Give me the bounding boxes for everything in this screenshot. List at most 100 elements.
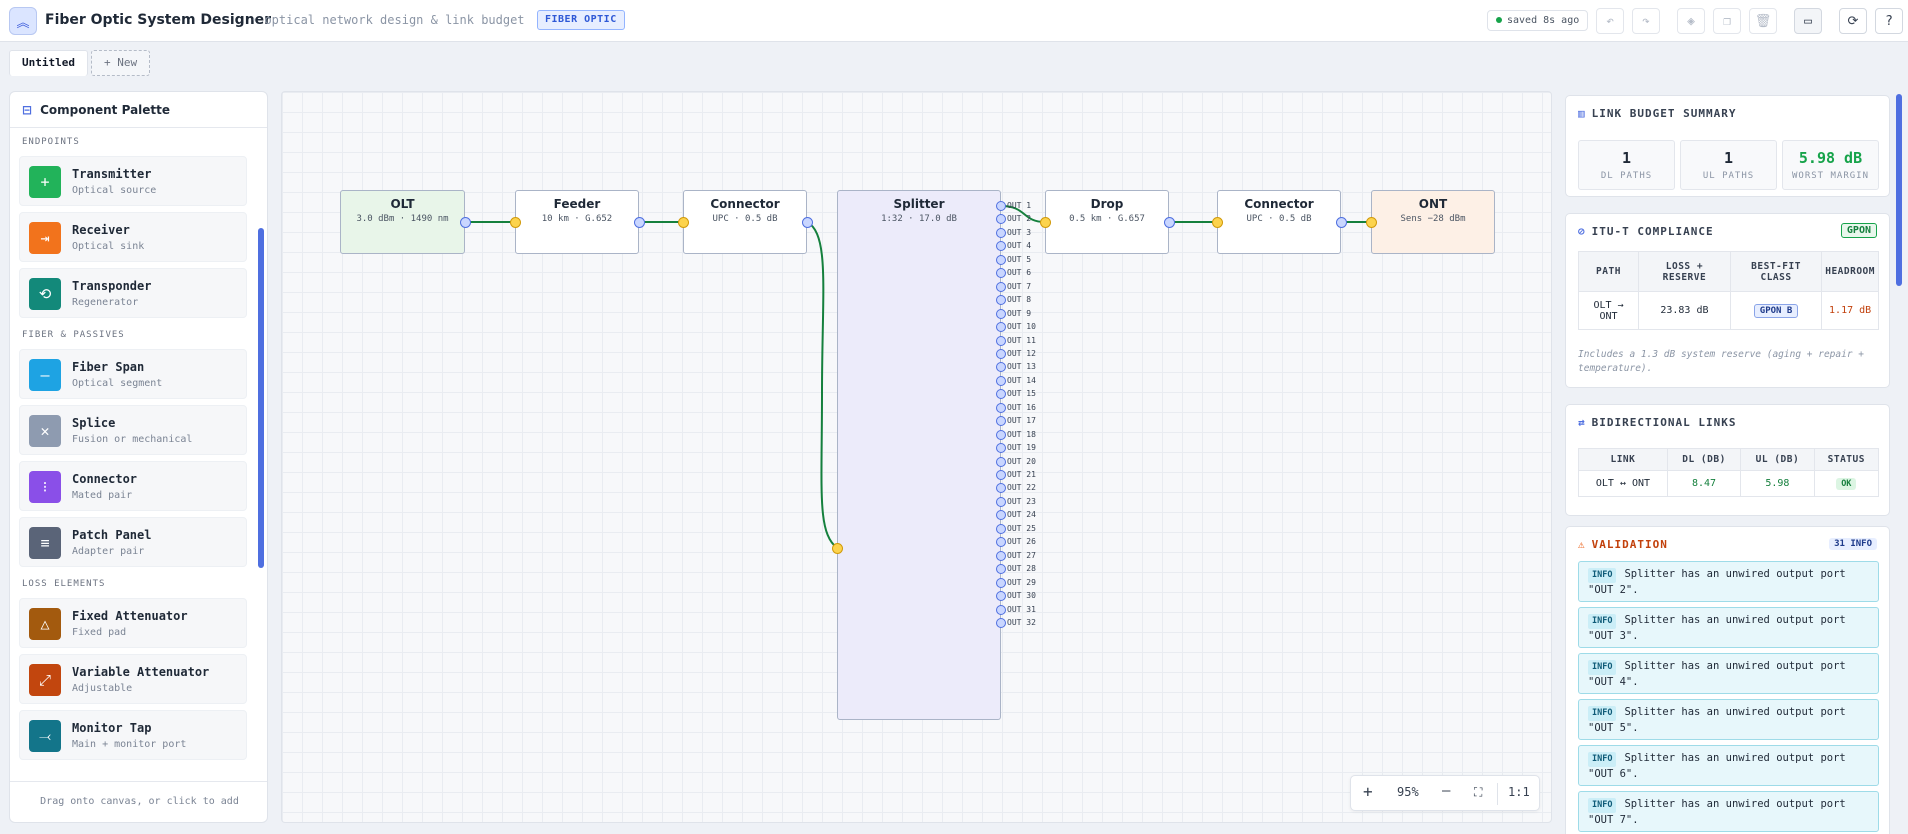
node-subtitle: 1:32 · 17.0 dB [881,214,957,224]
bidir-table: LINK DL (DB) UL (DB) STATUS OLT ↔ ONT 8.… [1578,448,1880,497]
input-port[interactable] [1212,217,1223,228]
input-port[interactable] [678,217,689,228]
info-tag: INFO [1588,706,1617,721]
wire-connector-splitter[interactable] [806,221,838,549]
reset-zoom-button[interactable]: 1:1 [1508,785,1530,799]
splitter-output-port[interactable] [996,402,1006,413]
new-tab-button[interactable]: + New [91,50,151,76]
splitter-output-port[interactable] [996,308,1006,319]
check-circle-icon: ⊘ [1578,225,1586,238]
zoom-out-button[interactable]: — [1442,783,1450,799]
validation-message[interactable]: INFO Splitter has an unwired output port … [1578,607,1879,648]
splitter-output-label: OUT 2 [1007,214,1032,224]
input-port[interactable] [510,217,521,228]
table-row[interactable]: OLT → ONT 23.83 dB GPON B 1.17 dB [1578,291,1879,330]
splitter-output-port[interactable] [996,604,1006,615]
component-palette: ⊟ Component Palette ENDPOINTS + Transmitter… [9,91,268,823]
component-name: Transmitter [72,167,152,181]
info-tag: INFO [1588,614,1617,629]
layers-button[interactable]: ◈ [1677,8,1705,34]
output-port[interactable] [1336,217,1347,228]
splitter-output-port[interactable] [996,617,1006,628]
validation-message[interactable]: INFO Splitter has an unwired output port … [1578,653,1879,694]
zoom-in-button[interactable]: + [1363,782,1373,801]
itu-compliance-card: ⊘ ITU-T COMPLIANCE GPON PATH LOSS + RESER… [1565,213,1890,388]
input-port[interactable] [832,543,843,554]
validation-message[interactable]: INFO Splitter has an unwired output port … [1578,699,1879,740]
input-port[interactable] [1366,217,1377,228]
card-title-text: LINK BUDGET SUMMARY [1591,107,1737,120]
node-feeder[interactable]: Feeder 10 km · G.652 [515,190,639,254]
splitter-output-port[interactable] [996,227,1006,238]
node-title: Splitter [893,197,945,211]
splitter-output-label: OUT 22 [1007,483,1036,493]
tab-untitled[interactable]: Untitled [9,50,88,76]
node-drop[interactable]: Drop 0.5 km · G.657 [1045,190,1169,254]
palette-item-transponder[interactable]: ⟲ Transponder Regenerator [19,268,247,318]
splitter-output-port[interactable] [996,429,1006,440]
output-port[interactable] [460,217,471,228]
col-header: LINK [1578,448,1668,471]
palette-scrollbar[interactable] [258,228,264,568]
app-logo-icon[interactable]: ︽ [9,7,37,35]
component-icon: ⤙ [29,720,61,752]
splitter-output-port[interactable] [996,550,1006,561]
splitter-output-port[interactable] [996,375,1006,386]
output-port[interactable] [802,217,813,228]
splitter-output-port[interactable] [996,577,1006,588]
splitter-output-label: OUT 16 [1007,402,1036,412]
splitter-output-port[interactable] [996,335,1006,346]
splitter-output-port[interactable] [996,254,1006,265]
redo-button[interactable]: ↷ [1632,8,1660,34]
output-port[interactable] [634,217,645,228]
help-button[interactable]: ? [1875,8,1903,34]
table-row[interactable]: OLT ↔ ONT 8.47 5.98 OK [1578,470,1880,497]
splitter-output-port[interactable] [996,348,1006,359]
palette-item-splice[interactable]: ✕ Splice Fusion or mechanical [19,405,247,455]
palette-item-transmitter[interactable]: + Transmitter Optical source [19,156,247,206]
splitter-output-port[interactable] [996,456,1006,467]
node-title: Connector [710,197,780,211]
palette-item-monitor-tap[interactable]: ⤙ Monitor Tap Main + monitor port [19,710,247,760]
palette-item-patch-panel[interactable]: ≡ Patch Panel Adapter pair [19,517,247,567]
copy-button[interactable]: ❐ [1713,8,1741,34]
col-header: UL (DB) [1740,448,1815,471]
info-tag: INFO [1588,752,1617,767]
open-file-button[interactable]: ▭ [1794,8,1822,34]
undo-button[interactable]: ↶ [1596,8,1624,34]
splitter-output-port[interactable] [996,281,1006,292]
output-port[interactable] [1164,217,1175,228]
input-port[interactable] [1040,217,1051,228]
component-name: Variable Attenuator [72,665,210,679]
palette-list[interactable]: ENDPOINTS + Transmitter Optical source ⇥ Rece… [10,129,267,783]
splitter-output-port[interactable] [996,201,1006,211]
splitter-output-port[interactable] [996,523,1006,534]
class-badge: GPON B [1753,303,1799,318]
palette-item-fiber-span[interactable]: — Fiber Span Optical segment [19,349,247,399]
palette-item-receiver[interactable]: ⇥ Receiver Optical sink [19,212,247,262]
splitter-output-label: OUT 25 [1007,523,1036,533]
fit-view-icon[interactable]: ⛶ [1474,785,1482,800]
validation-message[interactable]: INFO Splitter has an unwired output port … [1578,745,1879,786]
panel-scrollbar[interactable] [1896,94,1902,286]
splitter-output-port[interactable] [996,322,1006,333]
palette-item-connector[interactable]: ⁝ Connector Mated pair [19,461,247,511]
refresh-button[interactable]: ⟳ [1839,8,1867,34]
node-ont[interactable]: ONT Sens −28 dBm [1371,190,1495,254]
node-connector-2[interactable]: Connector UPC · 0.5 dB [1217,190,1341,254]
splitter-output-port[interactable] [996,470,1006,480]
col-header: BEST-FIT CLASS [1729,251,1823,292]
component-desc: Optical segment [72,378,163,389]
delete-button[interactable]: 🗑 [1749,8,1777,34]
node-olt[interactable]: OLT 3.0 dBm · 1490 nm [340,190,465,254]
validation-message[interactable]: INFO Splitter has an unwired output port … [1578,791,1879,832]
palette-item-fixed-attenuator[interactable]: △ Fixed Attenuator Fixed pad [19,598,247,648]
splitter-output-port[interactable] [996,496,1006,507]
validation-message[interactable]: INFO Splitter has an unwired output port … [1578,561,1879,602]
node-connector-1[interactable]: Connector UPC · 0.5 dB [683,190,807,254]
palette-item-variable-attenuator[interactable]: ⤢ Variable Attenuator Adjustable [19,654,247,704]
design-canvas[interactable]: OLT 3.0 dBm · 1490 nm Feeder 10 km · G.6… [281,91,1552,823]
bidirectional-links-card: ⇄ BIDIRECTIONAL LINKS LINK DL (DB) UL (DB… [1565,404,1890,516]
node-splitter[interactable]: Splitter 1:32 · 17.0 dB [837,190,1001,720]
splitter-output-port[interactable] [996,591,1006,602]
